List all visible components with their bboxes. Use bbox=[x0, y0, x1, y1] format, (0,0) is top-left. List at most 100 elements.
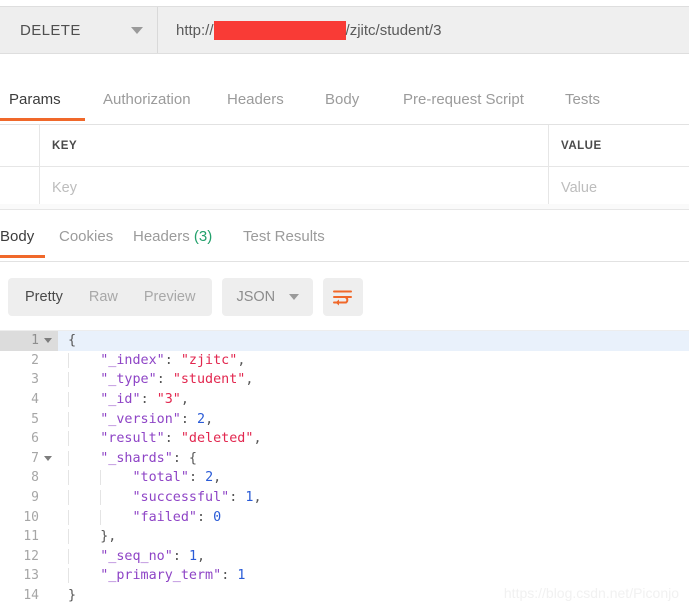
view-mode-pretty[interactable]: Pretty bbox=[12, 278, 76, 316]
code-line-number: 7 bbox=[0, 449, 58, 469]
response-tab-cookies[interactable]: Cookies bbox=[59, 216, 133, 258]
code-line: 8 "total": 2, bbox=[0, 468, 689, 488]
code-line: 7 "_shards": { bbox=[0, 449, 689, 469]
indent-guide bbox=[68, 548, 69, 564]
code-line: 5 "_version": 2, bbox=[0, 409, 689, 429]
indent-guide bbox=[68, 568, 69, 584]
code-line-content: "successful": 1, bbox=[58, 490, 689, 506]
indent-guide bbox=[68, 470, 69, 486]
postman-response-view: DELETE http:// /zjitc/student/3 Params Au… bbox=[0, 0, 689, 609]
code-line: 1{ bbox=[0, 331, 689, 351]
code-token: , bbox=[245, 372, 254, 388]
response-format-selector[interactable]: JSON bbox=[222, 278, 314, 316]
request-url-bar: DELETE http:// /zjitc/student/3 bbox=[0, 6, 689, 54]
code-token: : bbox=[180, 411, 197, 427]
params-table: KEY VALUE Key Value bbox=[0, 125, 689, 210]
code-token: 2 bbox=[205, 470, 214, 486]
code-token: , bbox=[253, 490, 262, 506]
params-value-header-label: VALUE bbox=[561, 139, 602, 152]
code-token: "_type" bbox=[100, 372, 157, 388]
code-token: : bbox=[188, 470, 206, 486]
code-token: "total" bbox=[132, 470, 189, 486]
fold-arrow-icon[interactable] bbox=[44, 455, 52, 461]
code-token: } bbox=[68, 588, 77, 604]
tab-params[interactable]: Params bbox=[0, 79, 85, 121]
tab-tests[interactable]: Tests bbox=[565, 79, 635, 121]
params-value-input[interactable]: Value bbox=[561, 180, 597, 196]
word-wrap-toggle-button[interactable] bbox=[323, 278, 364, 316]
code-line: 10 "failed": 0 bbox=[0, 507, 689, 527]
word-wrap-icon bbox=[333, 290, 353, 305]
request-url-input[interactable]: http:// /zjitc/student/3 bbox=[158, 7, 689, 53]
params-key-cell[interactable]: Key bbox=[40, 167, 549, 208]
tab-authorization[interactable]: Authorization bbox=[85, 79, 227, 121]
view-mode-preview[interactable]: Preview bbox=[131, 278, 209, 316]
tab-body[interactable]: Body bbox=[325, 79, 403, 121]
tab-pre-request-script-label: Pre-request Script bbox=[403, 91, 524, 108]
code-line: 11 }, bbox=[0, 527, 689, 547]
code-token: : bbox=[221, 568, 238, 584]
indent-guide bbox=[100, 509, 101, 525]
code-line-number: 13 bbox=[23, 568, 39, 584]
code-line-number: 2 bbox=[31, 352, 39, 368]
code-line-content: "_type": "student", bbox=[58, 372, 689, 388]
code-line-content: }, bbox=[58, 529, 689, 545]
indent-guide bbox=[68, 411, 69, 427]
indent-guide bbox=[68, 509, 69, 525]
indent-guide bbox=[68, 450, 69, 466]
code-token: "zjitc" bbox=[180, 352, 238, 368]
response-tab-test-results[interactable]: Test Results bbox=[243, 216, 363, 258]
indent-guide bbox=[68, 372, 69, 388]
url-suffix-text: /zjitc/student/3 bbox=[345, 21, 442, 39]
code-token: "_primary_term" bbox=[100, 568, 222, 584]
tab-pre-request-script[interactable]: Pre-request Script bbox=[403, 79, 565, 121]
response-tab-bar: Body Cookies Headers (3) Test Results bbox=[0, 216, 689, 262]
code-line: 2 "_index": "zjitc", bbox=[0, 351, 689, 371]
code-line-content: "result": "deleted", bbox=[58, 431, 689, 447]
indent-guide bbox=[68, 529, 69, 545]
fold-arrow-icon[interactable] bbox=[44, 338, 52, 344]
code-line-content: "_id": "3", bbox=[58, 392, 689, 408]
code-line-number: 10 bbox=[23, 509, 39, 525]
code-line-number: 3 bbox=[31, 372, 39, 388]
code-line: 14} bbox=[0, 586, 689, 606]
response-tab-test-results-label: Test Results bbox=[243, 228, 325, 245]
tab-headers-label: Headers bbox=[227, 91, 284, 108]
code-line-content: "_version": 2, bbox=[58, 411, 689, 427]
response-tab-headers[interactable]: Headers (3) bbox=[133, 216, 243, 258]
code-line-number: 11 bbox=[23, 529, 39, 545]
http-method-selector[interactable]: DELETE bbox=[0, 7, 158, 53]
response-tab-body[interactable]: Body bbox=[0, 216, 45, 258]
code-token: , bbox=[197, 548, 206, 564]
code-token: : bbox=[156, 372, 173, 388]
code-line-content: "_seq_no": 1, bbox=[58, 548, 689, 564]
code-token: }, bbox=[100, 529, 117, 545]
indent-guide bbox=[68, 352, 69, 368]
response-tab-body-label: Body bbox=[0, 228, 35, 245]
code-token: 1 bbox=[237, 568, 246, 584]
params-key-input[interactable]: Key bbox=[52, 180, 77, 196]
code-token: , bbox=[213, 470, 222, 486]
params-row-checkbox[interactable] bbox=[0, 167, 40, 208]
view-mode-raw[interactable]: Raw bbox=[76, 278, 131, 316]
chevron-down-icon bbox=[131, 26, 143, 34]
code-line-content: "total": 2, bbox=[58, 470, 689, 486]
code-line-number: 6 bbox=[31, 431, 39, 447]
code-token: : bbox=[229, 490, 246, 506]
tab-headers[interactable]: Headers bbox=[227, 79, 325, 121]
code-line-number: 14 bbox=[23, 588, 39, 604]
code-token: : bbox=[140, 392, 157, 408]
indent-guide bbox=[100, 470, 101, 486]
response-body-code-editor[interactable]: 1{2 "_index": "zjitc", 3 "_type": "studen… bbox=[0, 330, 689, 609]
tab-tests-label: Tests bbox=[565, 91, 601, 108]
indent-guide bbox=[68, 490, 69, 506]
tab-authorization-label: Authorization bbox=[103, 91, 191, 108]
indent-guide bbox=[68, 431, 69, 447]
params-key-header-cell: KEY bbox=[40, 125, 549, 166]
code-token: , bbox=[253, 431, 262, 447]
request-tab-bar: Params Authorization Headers Body Pre-re… bbox=[0, 79, 689, 125]
response-format-label: JSON bbox=[236, 289, 276, 305]
response-tab-cookies-label: Cookies bbox=[59, 228, 114, 245]
code-line-number: 5 bbox=[31, 411, 39, 427]
params-value-cell[interactable]: Value bbox=[549, 167, 689, 208]
